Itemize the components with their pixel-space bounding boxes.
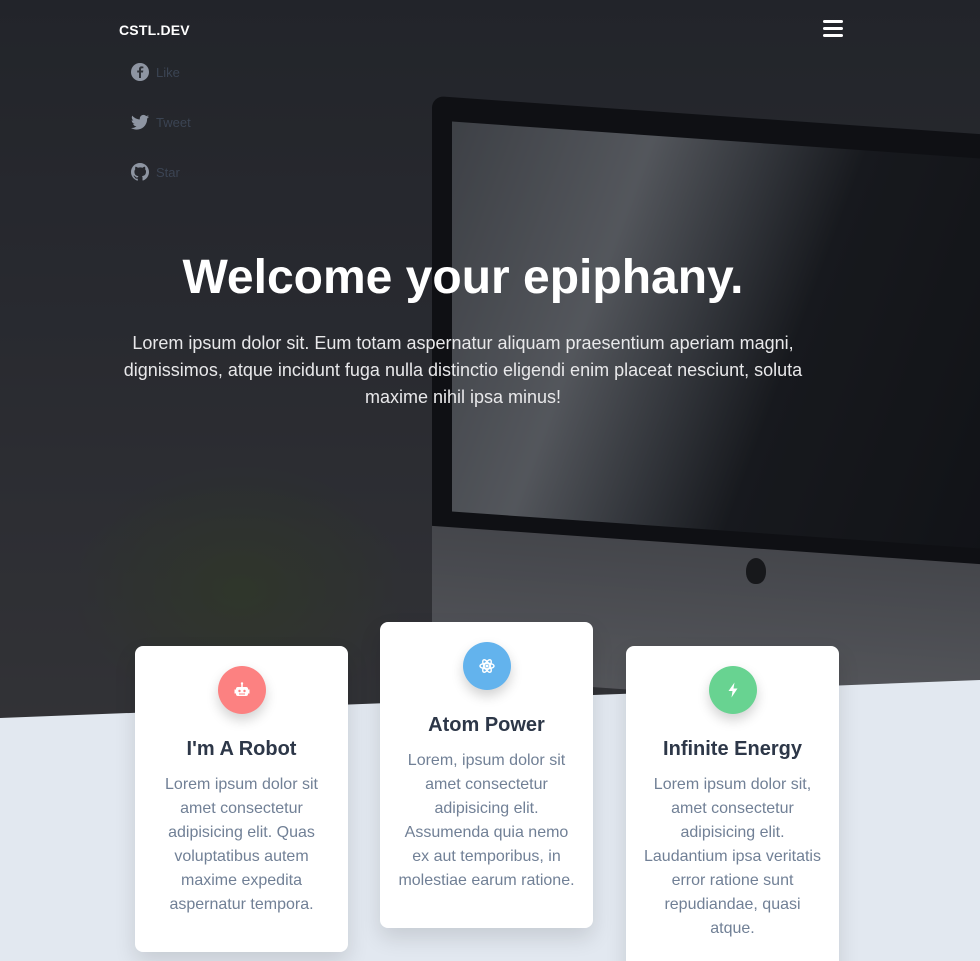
bolt-icon [708,666,757,714]
github-icon [131,163,149,181]
feature-title: Infinite Energy [663,738,802,760]
facebook-like-button[interactable]: Like [130,62,191,82]
social-buttons: Like Tweet Star [130,62,191,212]
twitter-icon [131,114,149,130]
feature-description: Lorem ipsum dolor sit, amet consectetur … [644,776,821,937]
hero-subtitle: Lorem ipsum dolor sit. Eum totam asperna… [123,333,803,407]
robot-icon [217,666,266,714]
facebook-like-label: Like [156,64,180,80]
twitter-tweet-label: Tweet [156,114,191,130]
twitter-tweet-button[interactable]: Tweet [130,112,191,132]
navbar: CSTL.DEV [119,18,849,42]
feature-card-robot: I'm A Robot Lorem ipsum dolor sit amet c… [135,646,348,952]
facebook-icon [131,63,149,81]
feature-card-energy: Infinite Energy Lorem ipsum dolor sit, a… [626,646,839,961]
feature-title: Atom Power [428,714,545,736]
brand-logo[interactable]: CSTL.DEV [119,22,190,38]
github-star-label: Star [156,164,180,180]
feature-card-atom: Atom Power Lorem, ipsum dolor sit amet c… [380,622,593,928]
feature-description: Lorem ipsum dolor sit amet consectetur a… [165,776,318,913]
hero-title: Welcome your epiphany. [182,251,744,304]
bars-icon[interactable] [823,20,843,38]
github-star-button[interactable]: Star [130,162,191,182]
feature-title: I'm A Robot [186,738,297,760]
atom-icon [462,642,511,690]
feature-description: Lorem, ipsum dolor sit amet consectetur … [398,752,575,889]
